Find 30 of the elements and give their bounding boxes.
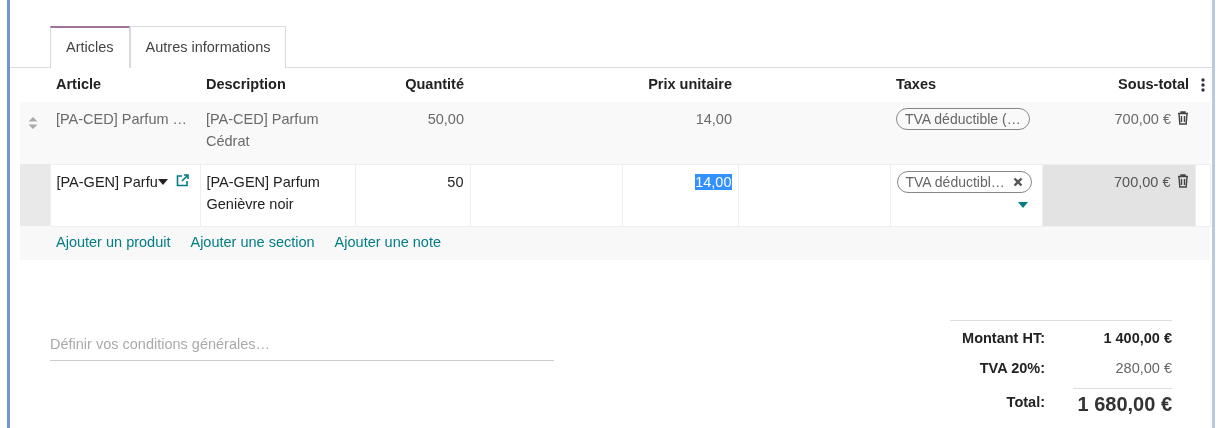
subtotal-text: 700,00 € — [1114, 111, 1171, 127]
total-value: 280,00 € — [1115, 359, 1172, 379]
column-header[interactable]: Quantité — [405, 76, 464, 93]
external-link-icon[interactable] — [175, 173, 189, 187]
trash-icon[interactable] — [1177, 111, 1189, 125]
total-value: 1 680,00 € — [1073, 387, 1172, 419]
column-header[interactable]: Taxes — [896, 76, 937, 93]
quantity-text: 50,00 — [426, 110, 464, 129]
add-line-link[interactable]: Ajouter un produit — [56, 233, 171, 250]
description-text: [PA-CED] Parfum Cédrat — [206, 110, 320, 151]
remove-icon[interactable] — [1012, 176, 1023, 187]
column-header[interactable]: Description — [206, 76, 286, 93]
tab[interactable]: Articles — [50, 26, 130, 68]
column-header[interactable]: Sous-total — [1118, 76, 1189, 93]
unit-price-text: 14,00 — [694, 110, 732, 129]
subtotal-text: 700,00 € — [1114, 173, 1171, 190]
more-options-icon[interactable] — [1201, 78, 1205, 93]
tab[interactable]: Autres informations — [129, 26, 287, 68]
total-value: 1 400,00 € — [1103, 329, 1172, 349]
total-label: Total: — [1005, 393, 1045, 413]
column-header[interactable]: Article — [56, 76, 102, 93]
add-line-link[interactable]: Ajouter une section — [190, 233, 315, 250]
dropdown-caret-icon[interactable] — [1017, 201, 1028, 208]
trash-icon[interactable] — [1176, 173, 1189, 188]
drag-handle-icon[interactable] — [28, 116, 38, 129]
column-header[interactable]: Prix unitaire — [648, 76, 732, 93]
add-line-link[interactable]: Ajouter une note — [334, 233, 442, 250]
total-label: TVA 20%: — [978, 359, 1045, 379]
caret-icon[interactable] — [157, 178, 168, 185]
total-label: Montant HT: — [961, 329, 1045, 349]
